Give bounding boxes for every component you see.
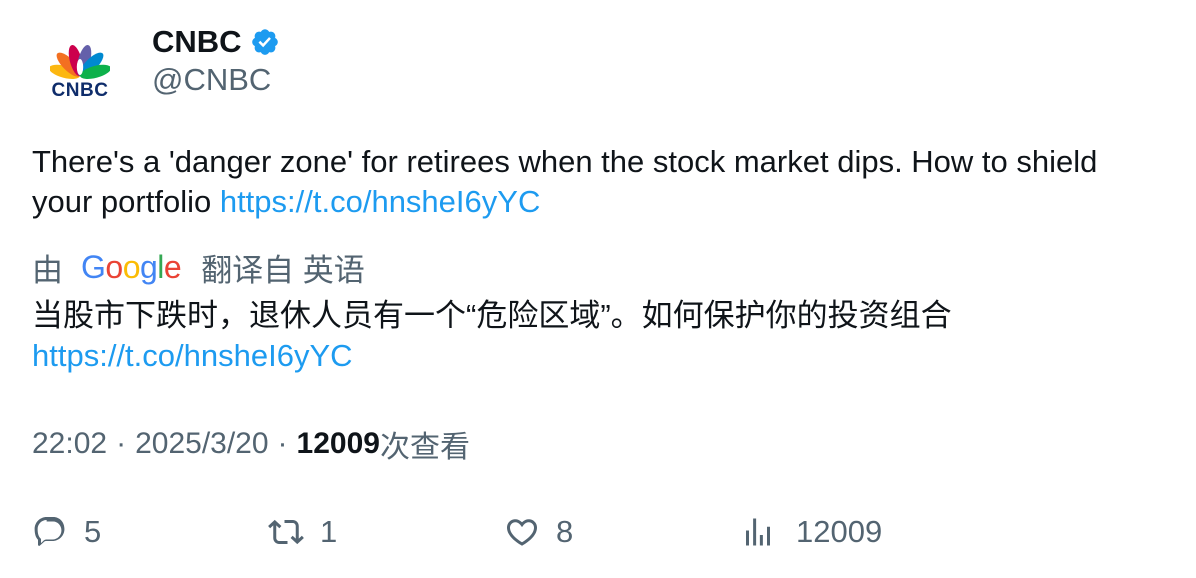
retweet-count: 1 [320, 514, 338, 549]
heart-icon [506, 519, 538, 546]
tweet-meta: 22:02 · 2025/3/20 · 12009 次查看 [32, 424, 470, 464]
tweet-date[interactable]: 2025/3/20 [135, 427, 268, 461]
translation-attribution: 由 Google 翻译自 英语 [32, 246, 365, 288]
verified-badge-icon[interactable] [250, 27, 280, 57]
meta-separator: · [277, 427, 288, 460]
author-handle[interactable]: @CNBC [152, 62, 280, 98]
tweet-header: CNBC CNBC @CNBC [32, 22, 280, 118]
tweet-link[interactable]: https://t.co/hnsheI6yYC [220, 184, 541, 219]
tweet-time[interactable]: 22:02 [32, 427, 107, 461]
translated-by-label: 由 [32, 252, 63, 288]
analytics-icon [746, 518, 770, 546]
author-names: CNBC @CNBC [152, 22, 280, 98]
translated-body: 当股市下跌时，退休人员有一个“危险区域”。如何保护你的投资组合 [32, 298, 952, 333]
avatar-logo-text: CNBC [51, 80, 109, 101]
tweet-text: There's a 'danger zone' for retirees whe… [32, 142, 1162, 222]
meta-separator: · [116, 427, 127, 460]
retweet-icon [268, 519, 304, 545]
views-count: 12009 [296, 427, 380, 460]
author-display-name[interactable]: CNBC [152, 24, 242, 60]
reply-button[interactable]: 5 [32, 510, 101, 554]
tweet-body: There's a 'danger zone' for retirees whe… [32, 144, 1098, 219]
cnbc-peacock-icon [50, 45, 110, 79]
translated-from-label[interactable]: 翻译自 英语 [201, 245, 365, 290]
name-row: CNBC [152, 24, 280, 60]
translated-link[interactable]: https://t.co/hnsheI6yYC [32, 338, 353, 373]
retweet-button[interactable]: 1 [268, 510, 337, 554]
views-button[interactable]: 12009 [740, 510, 882, 554]
translated-text: 当股市下跌时，退休人员有一个“危险区域”。如何保护你的投资组合 https://… [32, 296, 1162, 376]
google-logo[interactable]: Google [81, 249, 182, 286]
action-bar: 5 1 8 12009 [32, 510, 1162, 554]
views-action-count: 12009 [796, 514, 883, 549]
like-button[interactable]: 8 [504, 510, 573, 554]
reply-count: 5 [84, 514, 102, 549]
reply-icon [34, 517, 65, 546]
avatar[interactable]: CNBC [32, 22, 128, 118]
views-label: 次查看 [379, 431, 470, 464]
like-count: 8 [556, 514, 574, 549]
